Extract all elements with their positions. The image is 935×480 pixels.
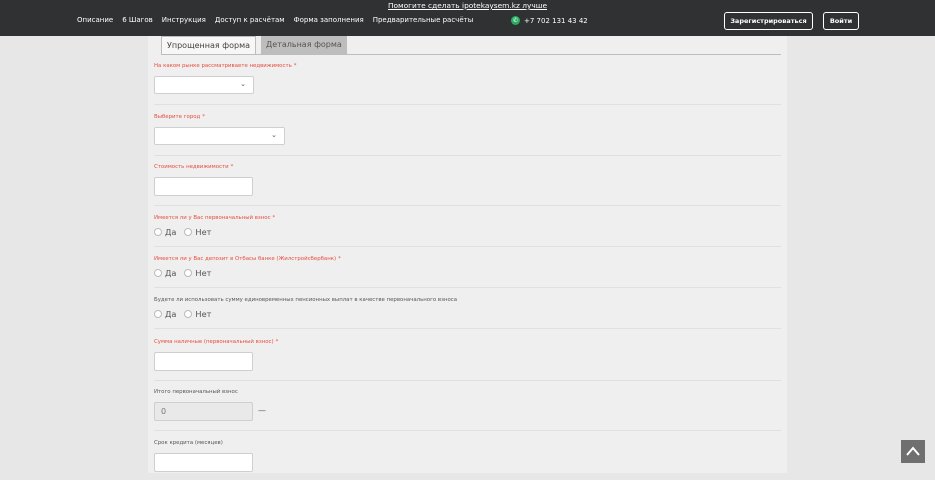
nav-item-instruction[interactable]: Инструкция bbox=[162, 16, 206, 24]
deposit-no-radio[interactable]: Нет bbox=[184, 268, 211, 278]
register-button[interactable]: Зарегистрироваться bbox=[724, 12, 813, 30]
pension-q-label: Будете ли использовать сумму единовремен… bbox=[154, 297, 458, 303]
total-field: Итого первоначальный взнос 0 — bbox=[154, 389, 781, 431]
market-label: На каком рынке рассматриваете недвижимос… bbox=[154, 63, 297, 69]
deposit-q-label: Имеется ли у Вас депозит в Отбасы банке … bbox=[154, 256, 341, 262]
radio-circle[interactable] bbox=[184, 228, 193, 236]
downpayment-radio-group: Да Нет bbox=[154, 227, 219, 237]
pension-question: Будете ли использовать сумму единовремен… bbox=[154, 297, 781, 329]
deposit-question: Имеется ли у Вас депозит в Отбасы банке … bbox=[154, 256, 781, 288]
radio-circle[interactable] bbox=[154, 310, 162, 318]
total-label: Итого первоначальный взнос bbox=[154, 389, 238, 395]
pension-no-radio[interactable]: Нет bbox=[184, 309, 211, 319]
radio-circle[interactable] bbox=[154, 269, 162, 277]
main-nav: Описание 6 Шагов Инструкция Доступ к рас… bbox=[77, 16, 473, 24]
phone-icon: ✆ bbox=[511, 16, 520, 25]
nav-item-calc-access[interactable]: Доступ к расчётам bbox=[215, 16, 285, 24]
term-label: Срок кредита (месяцев) bbox=[154, 440, 223, 446]
scroll-to-top-button[interactable] bbox=[901, 440, 925, 463]
phone-number: +7 702 131 43 42 bbox=[524, 16, 588, 25]
form-tabs: Упрощенная форма Детальная форма bbox=[161, 36, 781, 55]
pension-radio-group: Да Нет bbox=[154, 309, 219, 319]
phone-contact[interactable]: ✆ +7 702 131 43 42 bbox=[511, 16, 588, 25]
deposit-yes-radio[interactable]: Да bbox=[154, 268, 176, 278]
tab-simple-form[interactable]: Упрощенная форма bbox=[161, 36, 257, 54]
nav-item-prelim-calc[interactable]: Предварительные расчёты bbox=[373, 16, 474, 24]
city-select[interactable]: ⌄ bbox=[154, 127, 285, 145]
market-field: На каком рынке рассматриваете недвижимос… bbox=[154, 63, 781, 105]
cash-input[interactable] bbox=[154, 352, 253, 371]
feedback-banner-link[interactable]: Помогите сделать ipotekaysem.kz лучше bbox=[0, 1, 935, 10]
top-navbar: Помогите сделать ipotekaysem.kz лучше Оп… bbox=[0, 0, 935, 36]
chevron-down-icon: ⌄ bbox=[271, 131, 277, 139]
downpayment-q-label: Имеется ли у Вас первоначальный взнос * bbox=[154, 215, 276, 221]
login-button[interactable]: Войти bbox=[823, 12, 859, 30]
cash-field: Сумма наличные (первоначальный взнос) * bbox=[154, 339, 781, 381]
market-select[interactable]: ⌄ bbox=[154, 76, 254, 94]
radio-circle[interactable] bbox=[184, 269, 193, 277]
total-output: 0 bbox=[154, 402, 253, 421]
pension-yes-radio[interactable]: Да bbox=[154, 309, 176, 319]
downpayment-no-radio[interactable]: Нет bbox=[184, 227, 211, 237]
term-field: Срок кредита (месяцев) bbox=[154, 440, 781, 480]
currency-dash: — bbox=[258, 406, 266, 415]
nav-item-description[interactable]: Описание bbox=[77, 16, 113, 24]
chevron-up-icon bbox=[906, 446, 920, 456]
price-label: Стоимость недвижимости * bbox=[154, 164, 234, 170]
price-field: Стоимость недвижимости * bbox=[154, 164, 781, 206]
radio-circle[interactable] bbox=[154, 228, 162, 236]
city-field: Выберите город * ⌄ bbox=[154, 114, 781, 156]
radio-circle[interactable] bbox=[184, 310, 193, 318]
downpayment-question: Имеется ли у Вас первоначальный взнос * Д… bbox=[154, 215, 781, 247]
price-input[interactable] bbox=[154, 177, 253, 196]
nav-item-fill-form[interactable]: Форма заполнения bbox=[294, 16, 364, 24]
form-panel: Упрощенная форма Детальная форма На како… bbox=[148, 36, 787, 473]
chevron-down-icon: ⌄ bbox=[240, 80, 246, 88]
deposit-radio-group: Да Нет bbox=[154, 268, 219, 278]
nav-item-six-steps[interactable]: 6 Шагов bbox=[122, 16, 153, 24]
tab-detailed-form[interactable]: Детальная форма bbox=[261, 36, 347, 54]
city-label: Выберите город * bbox=[154, 114, 205, 120]
downpayment-yes-radio[interactable]: Да bbox=[154, 227, 176, 237]
cash-label: Сумма наличные (первоначальный взнос) * bbox=[154, 339, 279, 345]
term-input[interactable] bbox=[154, 453, 253, 472]
